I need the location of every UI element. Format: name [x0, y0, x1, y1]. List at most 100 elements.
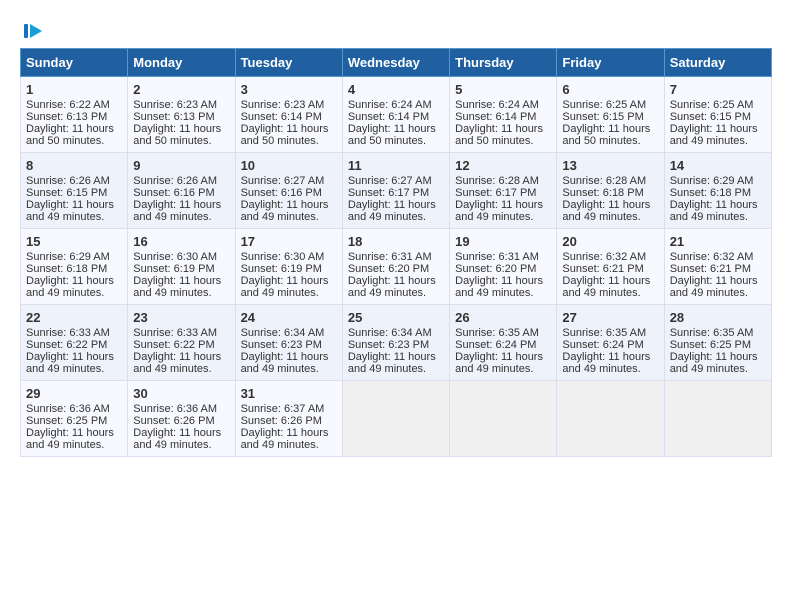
cell-line: and 50 minutes.: [348, 135, 444, 147]
cell-line: Sunset: 6:17 PM: [455, 187, 551, 199]
cell-line: Sunset: 6:21 PM: [562, 263, 658, 275]
cell-line: Sunrise: 6:37 AM: [241, 403, 337, 415]
cell-line: Sunset: 6:24 PM: [562, 339, 658, 351]
cell-line: Sunset: 6:22 PM: [26, 339, 122, 351]
cell-line: Daylight: 11 hours: [670, 199, 766, 211]
calendar-cell: 3Sunrise: 6:23 AMSunset: 6:14 PMDaylight…: [235, 77, 342, 153]
day-number: 23: [133, 310, 229, 325]
cell-line: and 49 minutes.: [348, 287, 444, 299]
cell-line: Daylight: 11 hours: [26, 427, 122, 439]
calendar-cell: 19Sunrise: 6:31 AMSunset: 6:20 PMDayligh…: [450, 229, 557, 305]
cell-line: Sunrise: 6:23 AM: [241, 99, 337, 111]
cell-line: Daylight: 11 hours: [26, 199, 122, 211]
cell-line: and 49 minutes.: [26, 363, 122, 375]
calendar-body: 1Sunrise: 6:22 AMSunset: 6:13 PMDaylight…: [21, 77, 772, 457]
cell-line: Sunset: 6:15 PM: [670, 111, 766, 123]
day-number: 13: [562, 158, 658, 173]
header-cell-monday: Monday: [128, 49, 235, 77]
calendar-cell: 7Sunrise: 6:25 AMSunset: 6:15 PMDaylight…: [664, 77, 771, 153]
cell-line: Sunset: 6:26 PM: [133, 415, 229, 427]
cell-line: Sunrise: 6:30 AM: [241, 251, 337, 263]
cell-line: Daylight: 11 hours: [562, 351, 658, 363]
calendar-cell: [342, 381, 449, 457]
cell-line: Sunset: 6:14 PM: [348, 111, 444, 123]
calendar-cell: 4Sunrise: 6:24 AMSunset: 6:14 PMDaylight…: [342, 77, 449, 153]
cell-line: and 49 minutes.: [241, 287, 337, 299]
calendar-week: 15Sunrise: 6:29 AMSunset: 6:18 PMDayligh…: [21, 229, 772, 305]
calendar-cell: [450, 381, 557, 457]
cell-line: Daylight: 11 hours: [241, 275, 337, 287]
cell-line: Daylight: 11 hours: [133, 351, 229, 363]
day-number: 24: [241, 310, 337, 325]
cell-line: Sunrise: 6:26 AM: [133, 175, 229, 187]
header-cell-thursday: Thursday: [450, 49, 557, 77]
day-number: 5: [455, 82, 551, 97]
cell-line: Daylight: 11 hours: [670, 123, 766, 135]
day-number: 27: [562, 310, 658, 325]
cell-line: Sunrise: 6:25 AM: [562, 99, 658, 111]
calendar-cell: 28Sunrise: 6:35 AMSunset: 6:25 PMDayligh…: [664, 305, 771, 381]
day-number: 21: [670, 234, 766, 249]
cell-line: and 49 minutes.: [26, 287, 122, 299]
cell-line: and 49 minutes.: [670, 135, 766, 147]
header-cell-tuesday: Tuesday: [235, 49, 342, 77]
cell-line: Sunrise: 6:32 AM: [562, 251, 658, 263]
calendar-cell: 26 Sunrise: 6:35 AMSunset: 6:24 PMDayligh…: [450, 305, 557, 381]
page-header: [20, 20, 772, 38]
cell-line: Sunrise: 6:26 AM: [26, 175, 122, 187]
calendar-cell: 31Sunrise: 6:37 AMSunset: 6:26 PMDayligh…: [235, 381, 342, 457]
cell-line: and 49 minutes.: [670, 211, 766, 223]
cell-line: Daylight: 11 hours: [348, 199, 444, 211]
calendar-week: 22Sunrise: 6:33 AMSunset: 6:22 PMDayligh…: [21, 305, 772, 381]
cell-line: and 49 minutes.: [133, 363, 229, 375]
cell-line: Daylight: 11 hours: [26, 123, 122, 135]
calendar-cell: 9Sunrise: 6:26 AMSunset: 6:16 PMDaylight…: [128, 153, 235, 229]
cell-line: Sunrise: 6:35 AM: [455, 327, 551, 339]
calendar-cell: 12Sunrise: 6:28 AMSunset: 6:17 PMDayligh…: [450, 153, 557, 229]
cell-line: Sunset: 6:13 PM: [133, 111, 229, 123]
header-cell-sunday: Sunday: [21, 49, 128, 77]
cell-line: Daylight: 11 hours: [670, 275, 766, 287]
cell-line: Sunrise: 6:27 AM: [348, 175, 444, 187]
cell-line: Sunset: 6:19 PM: [241, 263, 337, 275]
calendar-cell: 2Sunrise: 6:23 AMSunset: 6:13 PMDaylight…: [128, 77, 235, 153]
calendar-cell: 21Sunrise: 6:32 AMSunset: 6:21 PMDayligh…: [664, 229, 771, 305]
cell-line: Daylight: 11 hours: [241, 427, 337, 439]
cell-line: Daylight: 11 hours: [455, 351, 551, 363]
day-number: 28: [670, 310, 766, 325]
cell-line: Daylight: 11 hours: [562, 123, 658, 135]
calendar-header: SundayMondayTuesdayWednesdayThursdayFrid…: [21, 49, 772, 77]
day-number: 7: [670, 82, 766, 97]
cell-line: Sunset: 6:21 PM: [670, 263, 766, 275]
day-number: 9: [133, 158, 229, 173]
calendar-cell: 15Sunrise: 6:29 AMSunset: 6:18 PMDayligh…: [21, 229, 128, 305]
calendar-cell: 25Sunrise: 6:34 AMSunset: 6:23 PMDayligh…: [342, 305, 449, 381]
day-number: 25: [348, 310, 444, 325]
day-number: 8: [26, 158, 122, 173]
cell-line: Sunset: 6:19 PM: [133, 263, 229, 275]
cell-line: Sunset: 6:24 PM: [455, 339, 551, 351]
day-number: 17: [241, 234, 337, 249]
cell-line: Sunrise: 6:30 AM: [133, 251, 229, 263]
cell-line: Daylight: 11 hours: [348, 351, 444, 363]
cell-line: and 49 minutes.: [562, 287, 658, 299]
cell-line: Sunrise: 6:28 AM: [562, 175, 658, 187]
cell-line: Daylight: 11 hours: [670, 351, 766, 363]
day-number: 26: [455, 310, 551, 325]
cell-line: and 49 minutes.: [133, 211, 229, 223]
cell-line: and 49 minutes.: [348, 211, 444, 223]
calendar-cell: 20Sunrise: 6:32 AMSunset: 6:21 PMDayligh…: [557, 229, 664, 305]
cell-line: Sunrise: 6:34 AM: [348, 327, 444, 339]
cell-line: and 49 minutes.: [241, 363, 337, 375]
cell-line: Sunset: 6:15 PM: [26, 187, 122, 199]
cell-line: Sunrise: 6:29 AM: [26, 251, 122, 263]
cell-line: Daylight: 11 hours: [133, 427, 229, 439]
calendar-cell: [557, 381, 664, 457]
cell-line: Sunrise: 6:36 AM: [26, 403, 122, 415]
day-number: 15: [26, 234, 122, 249]
cell-line: and 49 minutes.: [670, 363, 766, 375]
calendar-cell: 5Sunrise: 6:24 AMSunset: 6:14 PMDaylight…: [450, 77, 557, 153]
calendar-cell: 23Sunrise: 6:33 AMSunset: 6:22 PMDayligh…: [128, 305, 235, 381]
day-number: 2: [133, 82, 229, 97]
calendar-cell: 10Sunrise: 6:27 AMSunset: 6:16 PMDayligh…: [235, 153, 342, 229]
